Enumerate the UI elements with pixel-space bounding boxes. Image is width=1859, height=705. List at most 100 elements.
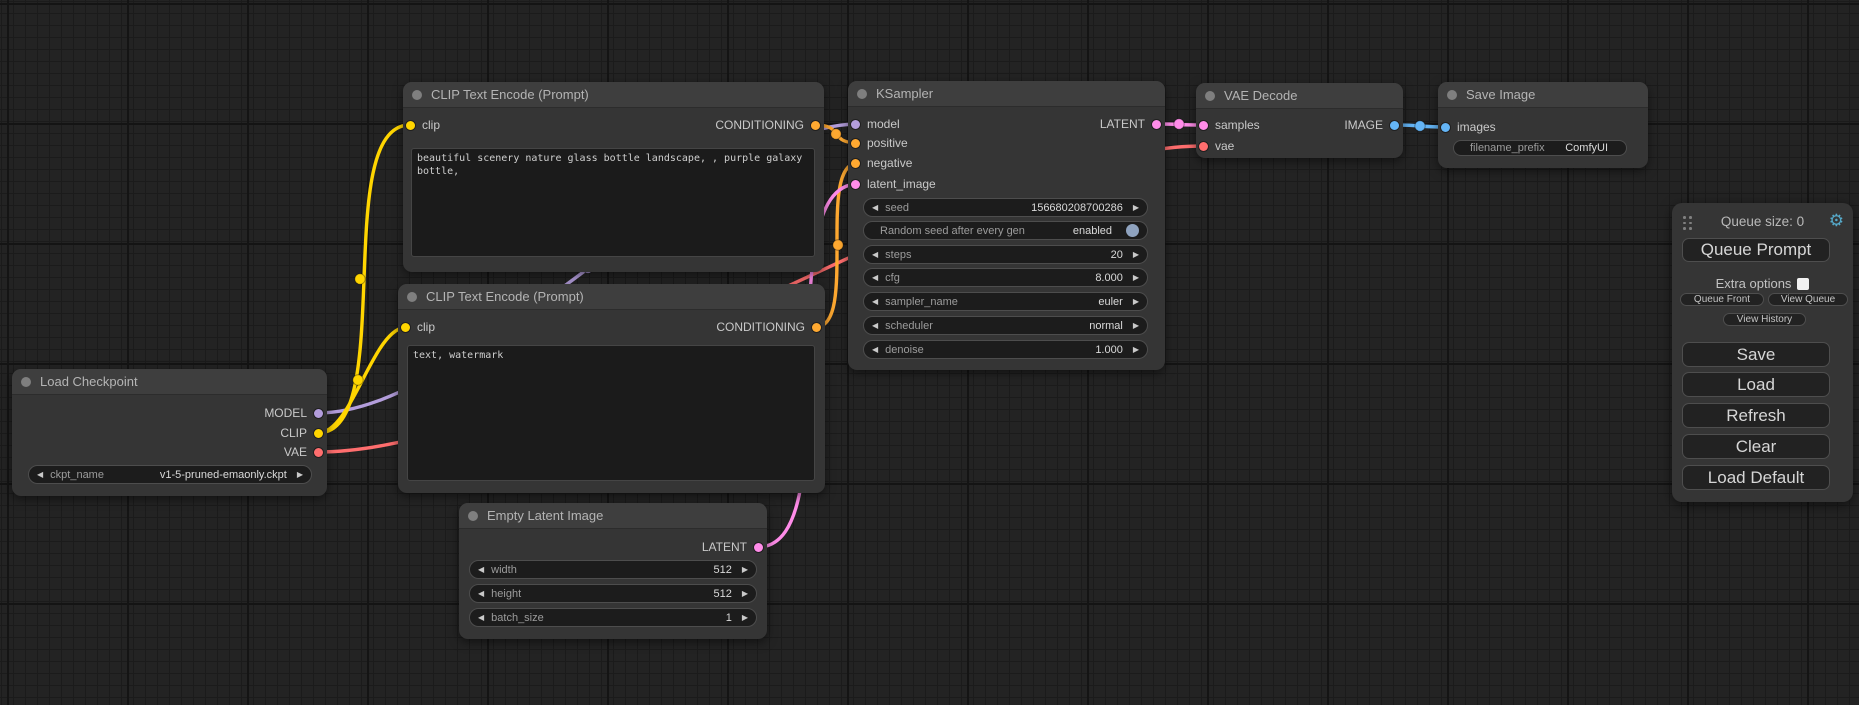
clip-port-icon[interactable] — [406, 121, 415, 130]
queue-prompt-button[interactable]: Queue Prompt — [1682, 238, 1830, 262]
save-button[interactable]: Save — [1682, 342, 1830, 367]
left-arrow-icon[interactable]: ◀ — [872, 298, 878, 306]
conditioning-port-icon[interactable] — [851, 139, 860, 148]
output-slot-clip[interactable]: CLIP — [280, 426, 323, 440]
node-ksampler[interactable]: KSampler model positive negative latent_… — [848, 81, 1165, 370]
settings-gear-icon[interactable]: ⚙ — [1829, 211, 1844, 231]
right-arrow-icon[interactable]: ▶ — [1133, 274, 1139, 282]
steps-widget[interactable]: ◀ steps 20 ▶ — [863, 245, 1148, 264]
latent-port-icon[interactable] — [1199, 121, 1208, 130]
queue-panel-header[interactable]: Queue size: 0 ⚙ — [1672, 213, 1853, 231]
node-titlebar[interactable]: KSampler — [848, 81, 1165, 107]
left-arrow-icon[interactable]: ◀ — [478, 566, 484, 574]
input-slot-positive[interactable]: positive — [851, 136, 908, 150]
model-port-icon[interactable] — [314, 409, 323, 418]
latent-port-icon[interactable] — [1152, 120, 1161, 129]
image-port-icon[interactable] — [1441, 123, 1450, 132]
left-arrow-icon[interactable]: ◀ — [872, 346, 878, 354]
batch-size-widget[interactable]: ◀ batch_size 1 ▶ — [469, 608, 757, 627]
collapse-dot-icon[interactable] — [412, 90, 422, 100]
collapse-dot-icon[interactable] — [1447, 90, 1457, 100]
right-arrow-icon[interactable]: ▶ — [297, 471, 303, 479]
comfyui-canvas[interactable]: { "colors": { "model": "#B39DDB", "clip"… — [0, 0, 1859, 705]
height-widget[interactable]: ◀ height 512 ▶ — [469, 584, 757, 603]
output-slot-image[interactable]: IMAGE — [1344, 118, 1399, 132]
collapse-dot-icon[interactable] — [407, 292, 417, 302]
collapse-dot-icon[interactable] — [1205, 91, 1215, 101]
output-slot-conditioning[interactable]: CONDITIONING — [716, 320, 821, 334]
latent-port-icon[interactable] — [851, 180, 860, 189]
seed-widget[interactable]: ◀ seed 156680208700286 ▶ — [863, 198, 1148, 217]
negative-prompt-textarea[interactable]: text, watermark — [407, 345, 815, 481]
input-slot-model[interactable]: model — [851, 117, 900, 131]
random-seed-widget[interactable]: Random seed after every gen enabled — [863, 221, 1148, 240]
clear-button[interactable]: Clear — [1682, 434, 1830, 459]
input-slot-images[interactable]: images — [1441, 120, 1496, 134]
ckpt-name-widget[interactable]: ◀ ckpt_name v1-5-pruned-emaonly.ckpt ▶ — [28, 465, 312, 484]
input-slot-negative[interactable]: negative — [851, 156, 912, 170]
node-empty-latent-image[interactable]: Empty Latent Image LATENT ◀ width 512 ▶ … — [459, 503, 767, 639]
output-slot-latent[interactable]: LATENT — [1100, 117, 1161, 131]
node-save-image[interactable]: Save Image images filename_prefix ComfyU… — [1438, 82, 1648, 168]
left-arrow-icon[interactable]: ◀ — [478, 590, 484, 598]
node-titlebar[interactable]: Save Image — [1438, 82, 1648, 108]
node-load-checkpoint[interactable]: Load Checkpoint MODEL CLIP VAE ◀ ckpt_na… — [12, 369, 327, 496]
conditioning-port-icon[interactable] — [851, 159, 860, 168]
load-default-button[interactable]: Load Default — [1682, 465, 1830, 490]
right-arrow-icon[interactable]: ▶ — [1133, 204, 1139, 212]
node-titlebar[interactable]: VAE Decode — [1196, 83, 1403, 109]
left-arrow-icon[interactable]: ◀ — [872, 204, 878, 212]
denoise-widget[interactable]: ◀ denoise 1.000 ▶ — [863, 340, 1148, 359]
right-arrow-icon[interactable]: ▶ — [1133, 251, 1139, 259]
sampler-name-widget[interactable]: ◀ sampler_name euler ▶ — [863, 292, 1148, 311]
input-slot-clip[interactable]: clip — [406, 118, 440, 132]
left-arrow-icon[interactable]: ◀ — [872, 274, 878, 282]
input-slot-latent-image[interactable]: latent_image — [851, 177, 936, 191]
output-slot-vae[interactable]: VAE — [284, 445, 323, 459]
vae-port-icon[interactable] — [314, 448, 323, 457]
collapse-dot-icon[interactable] — [21, 377, 31, 387]
right-arrow-icon[interactable]: ▶ — [1133, 322, 1139, 330]
node-load-checkpoint-titlebar[interactable]: Load Checkpoint — [12, 369, 327, 395]
output-slot-conditioning[interactable]: CONDITIONING — [715, 118, 820, 132]
refresh-button[interactable]: Refresh — [1682, 403, 1830, 428]
node-titlebar[interactable]: Empty Latent Image — [459, 503, 767, 529]
model-port-icon[interactable] — [851, 120, 860, 129]
output-slot-model[interactable]: MODEL — [264, 406, 323, 420]
node-titlebar[interactable]: CLIP Text Encode (Prompt) — [403, 82, 824, 108]
extra-options-checkbox[interactable] — [1797, 278, 1809, 290]
random-seed-toggle[interactable] — [1126, 224, 1139, 237]
node-titlebar[interactable]: CLIP Text Encode (Prompt) — [398, 284, 825, 310]
left-arrow-icon[interactable]: ◀ — [872, 322, 878, 330]
view-queue-button[interactable]: View Queue — [1768, 293, 1848, 306]
right-arrow-icon[interactable]: ▶ — [1133, 298, 1139, 306]
input-slot-samples[interactable]: samples — [1199, 118, 1260, 132]
filename-prefix-widget[interactable]: filename_prefix ComfyUI — [1453, 140, 1627, 156]
width-widget[interactable]: ◀ width 512 ▶ — [469, 560, 757, 579]
right-arrow-icon[interactable]: ▶ — [742, 590, 748, 598]
latent-port-icon[interactable] — [754, 543, 763, 552]
node-clip-text-encode-positive[interactable]: CLIP Text Encode (Prompt) clip CONDITION… — [403, 82, 824, 272]
right-arrow-icon[interactable]: ▶ — [742, 614, 748, 622]
collapse-dot-icon[interactable] — [468, 511, 478, 521]
left-arrow-icon[interactable]: ◀ — [872, 251, 878, 259]
scheduler-widget[interactable]: ◀ scheduler normal ▶ — [863, 316, 1148, 335]
drag-handle-icon[interactable] — [1683, 216, 1692, 230]
input-slot-vae[interactable]: vae — [1199, 139, 1234, 153]
clip-port-icon[interactable] — [314, 429, 323, 438]
node-clip-text-encode-negative[interactable]: CLIP Text Encode (Prompt) clip CONDITION… — [398, 284, 825, 493]
image-port-icon[interactable] — [1390, 121, 1399, 130]
vae-port-icon[interactable] — [1199, 142, 1208, 151]
input-slot-clip[interactable]: clip — [401, 320, 435, 334]
right-arrow-icon[interactable]: ▶ — [1133, 346, 1139, 354]
conditioning-port-icon[interactable] — [812, 323, 821, 332]
view-history-button[interactable]: View History — [1723, 313, 1806, 326]
left-arrow-icon[interactable]: ◀ — [37, 471, 43, 479]
output-slot-latent[interactable]: LATENT — [702, 540, 763, 554]
cfg-widget[interactable]: ◀ cfg 8.000 ▶ — [863, 268, 1148, 287]
collapse-dot-icon[interactable] — [857, 89, 867, 99]
positive-prompt-textarea[interactable]: beautiful scenery nature glass bottle la… — [411, 148, 815, 257]
node-vae-decode[interactable]: VAE Decode samples vae IMAGE — [1196, 83, 1403, 158]
queue-front-button[interactable]: Queue Front — [1680, 293, 1764, 306]
left-arrow-icon[interactable]: ◀ — [478, 614, 484, 622]
